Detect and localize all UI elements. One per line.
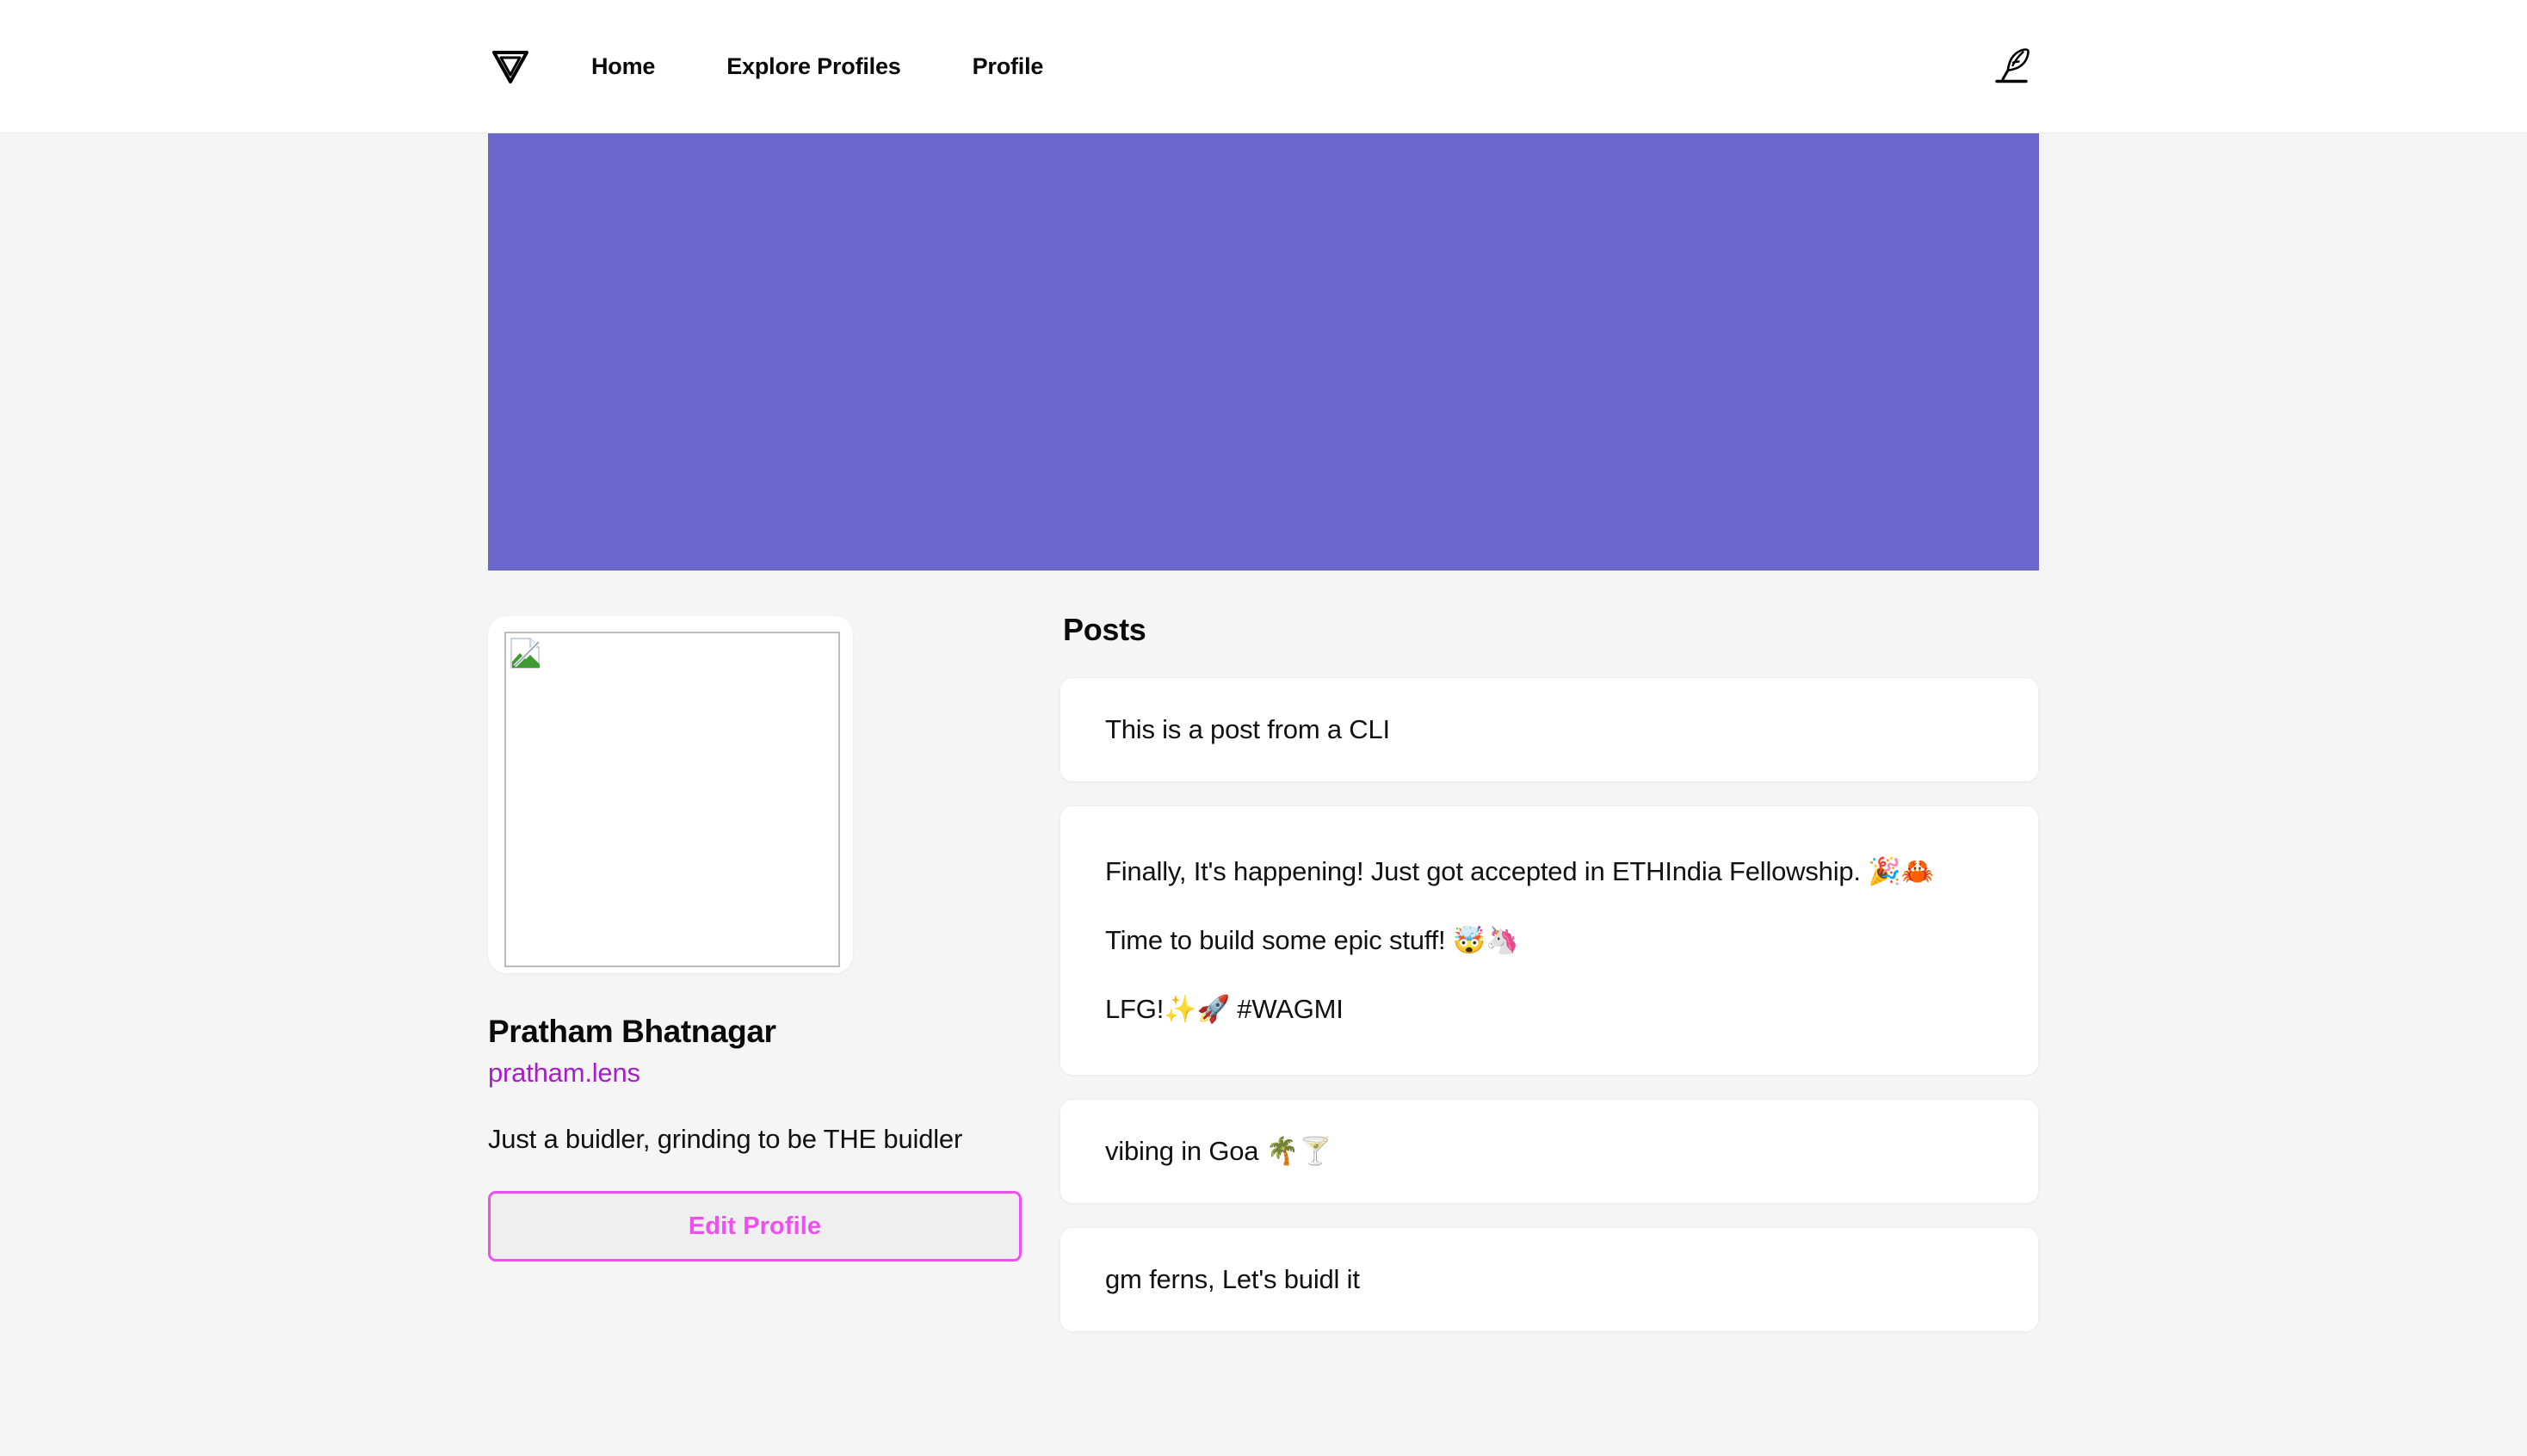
post-text: LFG!✨🚀 #WAGMI [1105,994,1344,1025]
profile-layout-grid: Pratham Bhatnagar pratham.lens Just a bu… [488,571,2039,1355]
nav-inner: Home Explore Profiles Profile [488,0,2039,133]
nav-links: Home Explore Profiles Profile [591,53,1043,80]
post-card[interactable]: gm ferns, Let's buidl it [1060,1227,2039,1333]
profile-name: Pratham Bhatnagar [488,1014,776,1049]
avatar-image[interactable] [504,632,840,967]
post-text: vibing in Goa 🌴🍸 [1105,1136,1332,1167]
post-text: This is a post from a CLI [1105,714,1390,744]
lens-triangle-logo-icon [490,44,531,89]
posts-heading: Posts [1063,612,1146,647]
nav-link-home[interactable]: Home [591,53,655,80]
post-text: gm ferns, Let's buidl it [1105,1264,1360,1295]
nav-link-profile[interactable]: Profile [973,53,1044,80]
nav-right-actions [1984,39,2039,94]
content-container: Pratham Bhatnagar pratham.lens Just a bu… [488,133,2039,1355]
post-card[interactable]: This is a post from a CLI [1060,677,2039,783]
broken-image-icon [510,637,542,669]
edit-profile-button[interactable]: Edit Profile [488,1191,1022,1262]
avatar-card [488,616,853,973]
brand-logo-link[interactable] [488,44,533,89]
compose-post-button[interactable] [1984,39,2039,94]
post-card[interactable]: Finally, It's happening! Just got accept… [1060,805,2039,1077]
post-text: Time to build some epic stuff! 🤯🦄 [1105,925,1519,956]
profile-cover-banner [488,133,2039,571]
post-card[interactable]: vibing in Goa 🌴🍸 [1060,1099,2039,1205]
page-body: Pratham Bhatnagar pratham.lens Just a bu… [0,133,2527,1456]
top-navigation-bar: Home Explore Profiles Profile [0,0,2527,133]
post-text: Finally, It's happening! Just got accept… [1105,856,1935,887]
quill-pen-icon [1986,40,2036,93]
nav-link-explore-profiles[interactable]: Explore Profiles [726,53,901,80]
profile-handle-link[interactable]: pratham.lens [488,1058,1022,1089]
profile-bio: Just a buidler, grinding to be THE buidl… [488,1124,963,1154]
profile-sidebar: Pratham Bhatnagar pratham.lens Just a bu… [488,571,1022,1262]
posts-feed: Posts This is a post from a CLI Finally,… [1060,571,2039,1355]
